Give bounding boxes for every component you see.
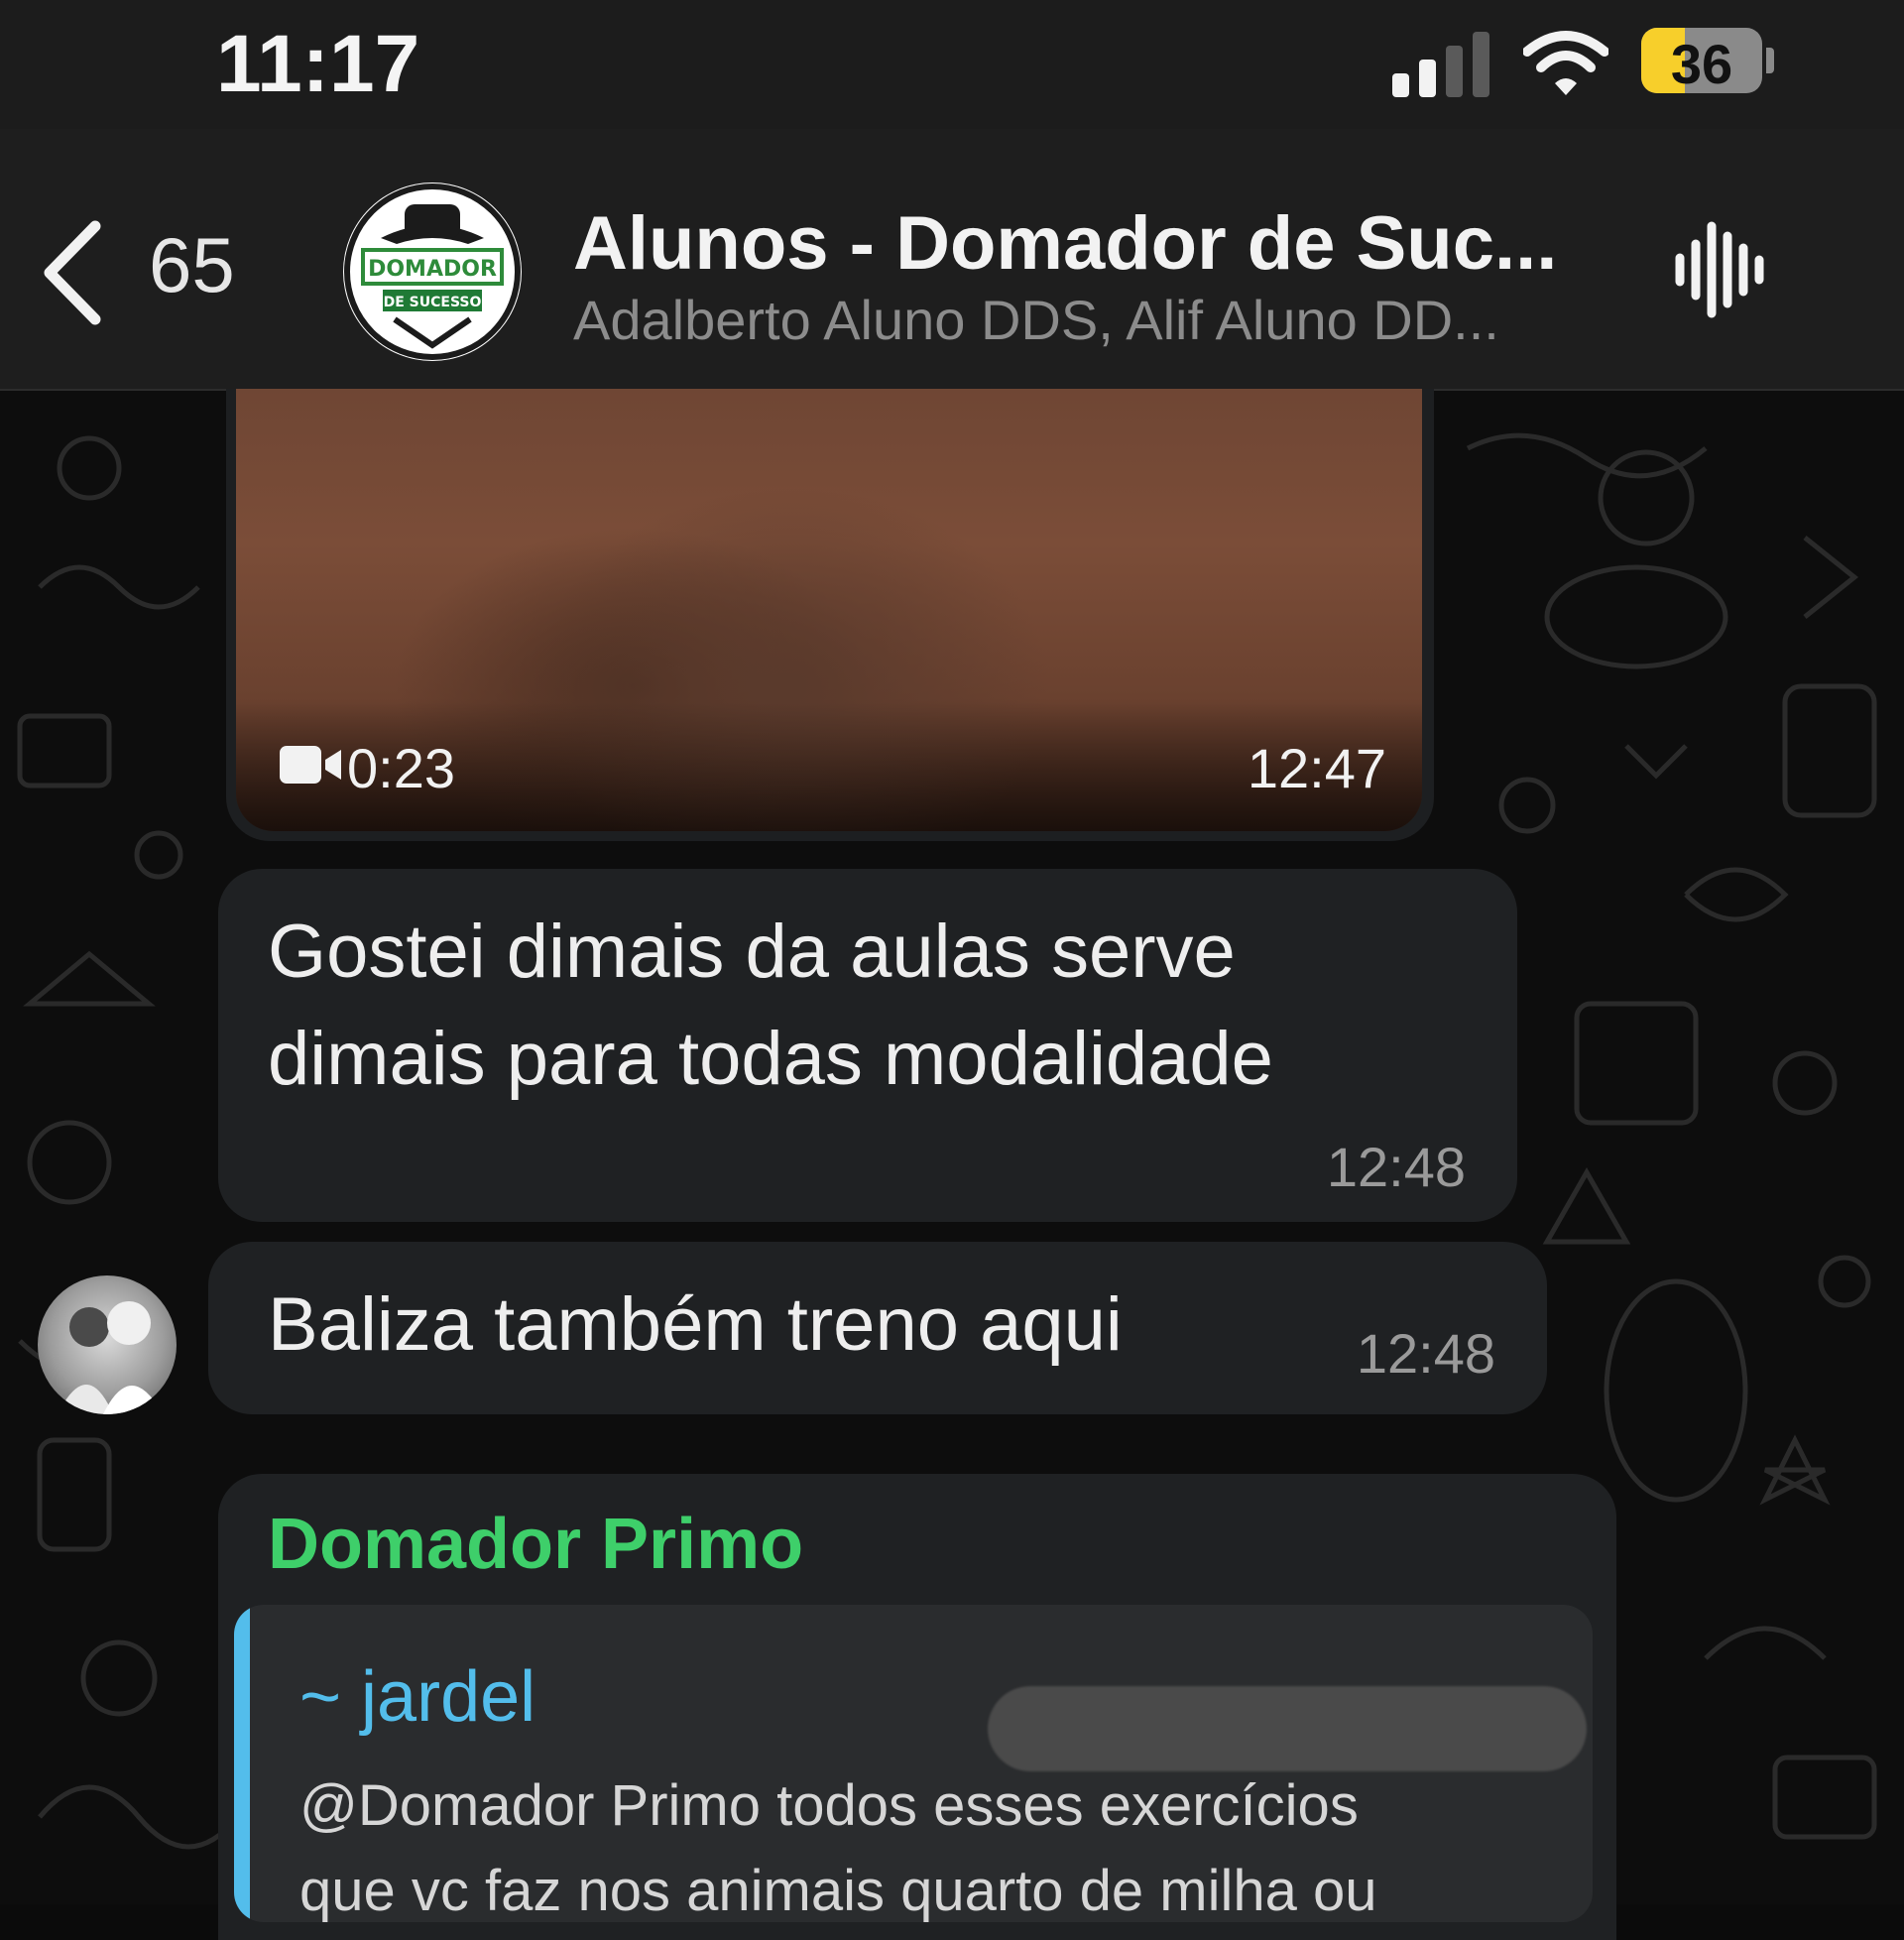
video-camera-icon <box>280 746 341 784</box>
wifi-icon <box>1523 31 1608 95</box>
quoted-message[interactable]: ~ jardel @Domador Primo todos esses exer… <box>234 1605 1593 1922</box>
message-time: 12:48 <box>1356 1322 1495 1385</box>
group-avatar[interactable]: DOMADOR DE SUCESSO <box>343 182 522 361</box>
chat-members[interactable]: Adalberto Aluno DDS, Alif Aluno DD... <box>573 288 1499 352</box>
status-bar: 11:17 36 <box>0 0 1904 129</box>
cellular-signal-icon <box>1392 28 1491 97</box>
quoted-author: ~ jardel <box>299 1657 536 1737</box>
message-time: 12:48 <box>1326 1136 1466 1198</box>
quoted-text-line: que vc faz nos animais quarto de milha o… <box>299 1859 1377 1922</box>
message-text-line: dimais para todas modalidade <box>268 1017 1273 1101</box>
quoted-text: @Domador Primo todos esses exercícios qu… <box>299 1763 1569 1922</box>
message-sender-name[interactable]: Domador Primo <box>268 1504 803 1585</box>
battery-level: 36 <box>1670 33 1733 93</box>
battery-icon: 36 <box>1641 28 1762 93</box>
redacted-phone-number <box>988 1686 1587 1771</box>
message-text: Baliza também treno aqui <box>268 1282 1123 1367</box>
unread-count[interactable]: 65 <box>149 220 235 310</box>
avatar-photo <box>58 1301 163 1414</box>
video-duration: 0:23 <box>347 737 455 799</box>
chevron-left-icon[interactable] <box>38 218 107 327</box>
video-message[interactable]: 0:23 12:47 <box>226 389 1434 841</box>
chat-title[interactable]: Alunos - Domador de Suc... <box>573 200 1557 287</box>
message-text-line: Gostei dimais da aulas serve <box>268 909 1236 994</box>
message-time: 12:47 <box>1247 737 1386 799</box>
status-time: 11:17 <box>216 19 420 109</box>
quote-bar <box>234 1605 250 1922</box>
video-thumbnail[interactable]: 0:23 12:47 <box>236 389 1422 831</box>
chat-header: 65 DOMADOR DE SUCESSO Alunos - Domador d… <box>0 129 1904 391</box>
message-bubble[interactable]: Gostei dimais da aulas serve dimais para… <box>218 869 1517 1222</box>
message-bubble[interactable]: Baliza também treno aqui 12:48 <box>208 1242 1547 1414</box>
svg-text:DE SUCESSO: DE SUCESSO <box>384 295 482 310</box>
quoted-text-line: @Domador Primo todos esses exercícios <box>299 1773 1359 1838</box>
audio-waveform-icon[interactable] <box>1672 218 1767 321</box>
sender-avatar[interactable] <box>38 1275 177 1414</box>
battery-tip <box>1766 48 1774 73</box>
svg-text:DOMADOR: DOMADOR <box>368 257 497 282</box>
domador-logo: DOMADOR DE SUCESSO <box>344 183 521 360</box>
